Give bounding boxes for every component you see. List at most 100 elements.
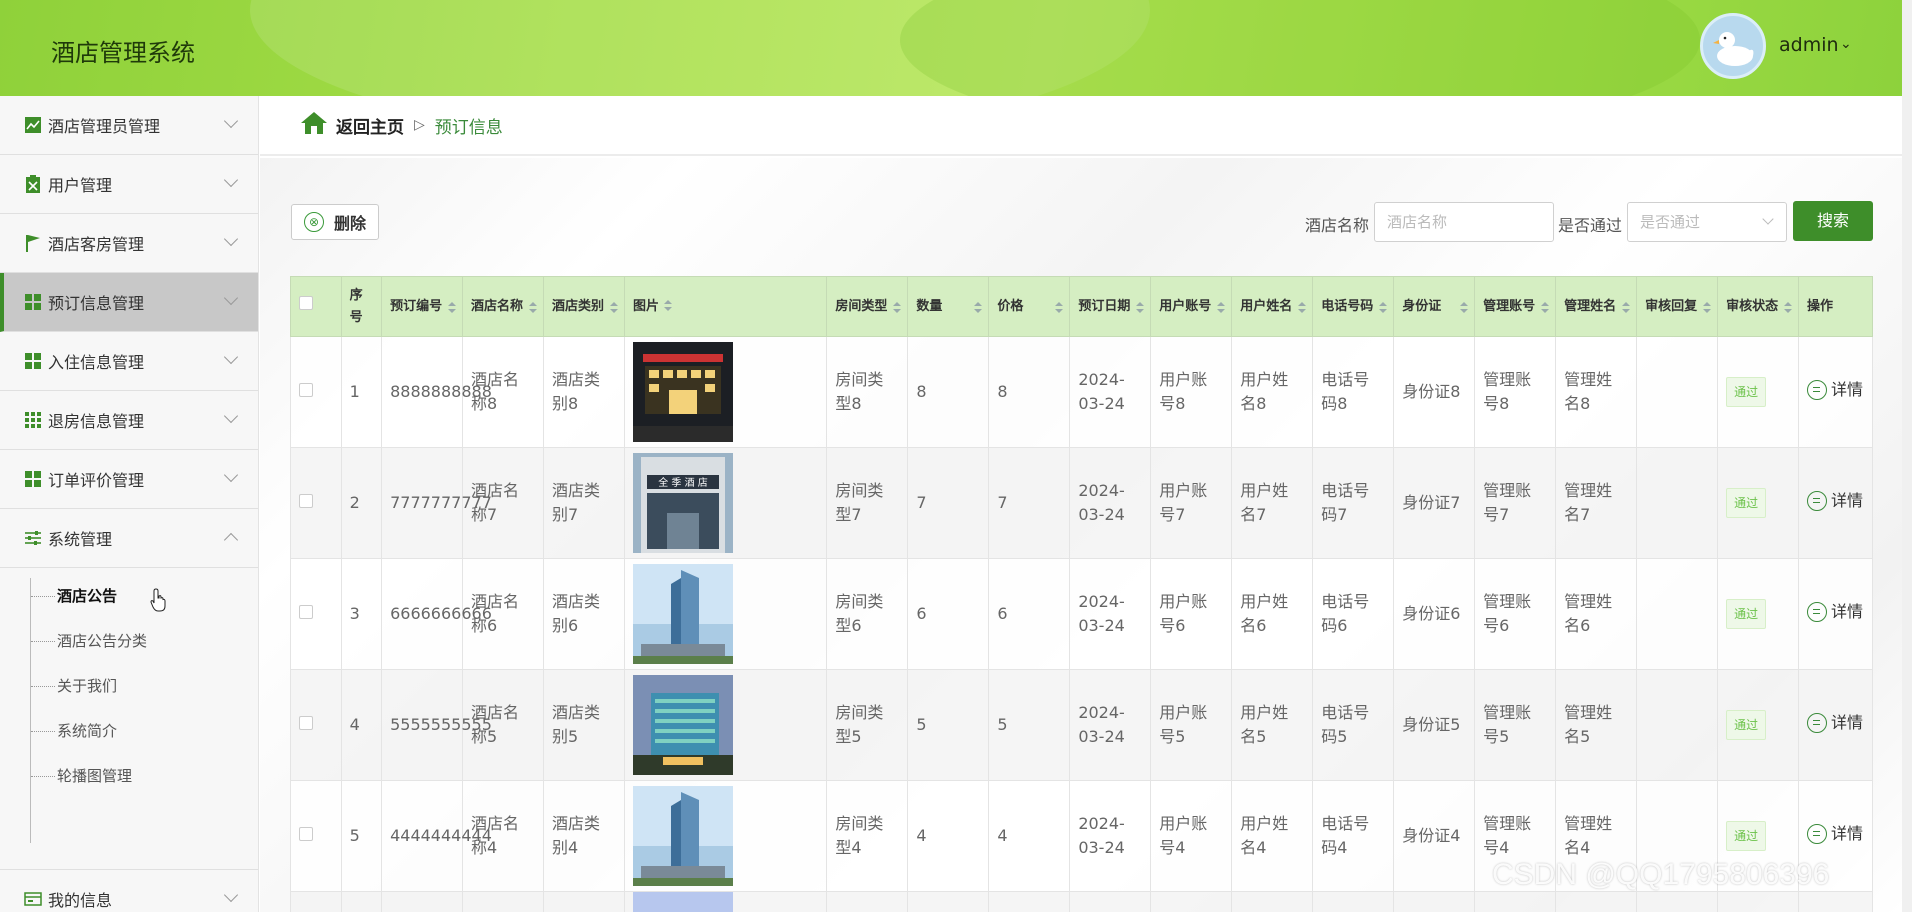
table-cell-uname: 用户姓名7: [1231, 447, 1314, 559]
table-cell-order_no: 6666666666: [381, 558, 492, 670]
sidebar-item-checkin[interactable]: 入住信息管理: [0, 332, 258, 391]
table-row[interactable]: [290, 891, 1873, 912]
column-header[interactable]: 房间类型: [826, 276, 909, 337]
page-scrollbar[interactable]: [1902, 0, 1912, 912]
close-circle-icon: ⊗: [304, 212, 324, 232]
detail-icon: [1807, 490, 1828, 511]
detail-icon: [1807, 379, 1828, 400]
sort-icon: [974, 302, 983, 314]
column-header[interactable]: 管理姓名: [1555, 276, 1638, 337]
app-title: 酒店管理系统: [51, 39, 195, 67]
column-header[interactable]: 用户姓名: [1231, 276, 1314, 337]
table-cell: [623, 891, 828, 912]
row-checkbox[interactable]: [299, 605, 313, 619]
detail-button[interactable]: 详情: [1807, 489, 1863, 513]
submenu-item-carousel[interactable]: 轮播图管理: [0, 754, 258, 799]
submenu-item-system-intro[interactable]: 系统简介: [0, 709, 258, 754]
submenu-item-about-us[interactable]: 关于我们: [0, 664, 258, 709]
breadcrumb-home-link[interactable]: 返回主页: [336, 113, 404, 138]
sidebar-item-label: 用户管理: [48, 176, 113, 195]
approved-select[interactable]: 是否通过: [1627, 202, 1787, 242]
sidebar: 酒店管理员管理 用户管理 酒店客房管理 预订信息管理 入住信息管理 退房信息管理: [0, 96, 259, 912]
sidebar-item-hotel-admin[interactable]: 酒店管理员管理: [0, 96, 258, 155]
sort-icon: [1703, 302, 1712, 314]
column-header[interactable]: 图片: [623, 276, 828, 337]
column-header[interactable]: 电话号码: [1312, 276, 1395, 337]
column-header[interactable]: 酒店名称: [462, 276, 545, 337]
select-all-cell[interactable]: [290, 276, 342, 337]
sidebar-item-my-info[interactable]: 我的信息: [0, 870, 258, 912]
select-all-checkbox[interactable]: [299, 295, 313, 310]
search-button[interactable]: 搜索: [1793, 201, 1873, 241]
grid-9-icon: [24, 411, 42, 429]
detail-button-label: 详情: [1831, 490, 1864, 510]
row-select-cell[interactable]: [290, 669, 342, 781]
column-header[interactable]: 预订日期: [1069, 276, 1152, 337]
column-header[interactable]: 预订编号: [381, 276, 464, 337]
submenu-item-hotel-notice[interactable]: 酒店公告: [0, 574, 258, 619]
table-row[interactable]: 4 5555555555 酒店名称5 酒店类别5 房间类型5 5 5 2024-03-24 用户…: [290, 669, 1873, 781]
detail-button[interactable]: 详情: [1807, 822, 1863, 846]
sidebar-item-reviews[interactable]: 订单评价管理: [0, 450, 258, 509]
row-checkbox[interactable]: [299, 716, 313, 730]
home-icon[interactable]: [300, 111, 328, 139]
hotel-name-search-input[interactable]: 酒店名称: [1374, 202, 1554, 242]
detail-button[interactable]: 详情: [1807, 600, 1863, 624]
sort-icon: [1379, 302, 1388, 314]
user-name[interactable]: admin: [1779, 34, 1839, 56]
table-cell-mname: 管理姓名8: [1555, 336, 1638, 448]
table-row[interactable]: 2 7777777777 酒店名称7 酒店类别7 全 季 酒 店房间类型7 7 7 2024-…: [290, 447, 1873, 559]
row-checkbox[interactable]: [299, 494, 313, 508]
submenu-item-notice-category[interactable]: 酒店公告分类: [0, 619, 258, 664]
table-cell: [1555, 891, 1638, 912]
hotel-photo: 全 季 酒 店: [632, 453, 733, 553]
column-header[interactable]: 身份证: [1393, 276, 1476, 337]
table-cell-category: 酒店类别6: [543, 558, 625, 670]
chevron-down-icon[interactable]: ⌄: [1840, 36, 1852, 52]
detail-icon: [1807, 712, 1828, 733]
sidebar-item-users[interactable]: 用户管理: [0, 155, 258, 214]
table-cell-price: 5: [988, 669, 1071, 781]
table-cell-order_no: 8888888888: [381, 336, 492, 448]
sidebar-item-label: 预订信息管理: [48, 294, 145, 313]
sidebar-item-checkout[interactable]: 退房信息管理: [0, 391, 258, 450]
avatar[interactable]: [1700, 13, 1766, 79]
sidebar-item-label: 订单评价管理: [48, 471, 145, 490]
sidebar-item-system[interactable]: 系统管理: [0, 509, 258, 568]
column-header[interactable]: 酒店类别: [543, 276, 625, 337]
delete-button[interactable]: ⊗ 删除: [291, 204, 379, 240]
table-cell-hotel: 酒店名称7: [462, 447, 545, 559]
row-select-cell[interactable]: [290, 336, 342, 448]
table-cell: [1312, 891, 1395, 912]
status-cell: 通过: [1717, 447, 1800, 559]
column-header[interactable]: 用户账号: [1150, 276, 1233, 337]
row-select-cell[interactable]: [290, 447, 342, 559]
column-header[interactable]: 数量: [907, 276, 990, 337]
column-header[interactable]: 管理账号: [1474, 276, 1557, 337]
table-cell-maccount: 管理账号6: [1474, 558, 1557, 670]
table-cell: [543, 891, 625, 912]
table-cell-phone: 电话号码8: [1312, 336, 1395, 448]
breadcrumb-separator: ▷: [414, 117, 425, 133]
sort-icon: [1217, 302, 1226, 314]
detail-button[interactable]: 详情: [1807, 711, 1863, 735]
table-cell-order_no: 7777777777: [381, 447, 492, 559]
table-cell-phone: 电话号码7: [1312, 447, 1395, 559]
sidebar-item-bookings[interactable]: 预订信息管理: [0, 273, 258, 332]
sidebar-item-rooms[interactable]: 酒店客房管理: [0, 214, 258, 273]
detail-button-label: 详情: [1831, 823, 1864, 843]
table-cell-phone: 电话号码5: [1312, 669, 1395, 781]
row-checkbox[interactable]: [299, 383, 313, 397]
sort-icon: [663, 300, 672, 312]
row-select-cell[interactable]: [290, 780, 342, 892]
table-row[interactable]: 3 6666666666 酒店名称6 酒店类别6 房间类型6 6 6 2024-03-24 用户…: [290, 558, 1873, 670]
row-checkbox[interactable]: [299, 827, 313, 841]
table-cell: [1798, 891, 1873, 912]
column-header[interactable]: 审核状态: [1717, 276, 1800, 337]
detail-button[interactable]: 详情: [1807, 378, 1863, 402]
column-header[interactable]: 价格: [988, 276, 1071, 337]
table-cell: [907, 891, 990, 912]
column-header[interactable]: 审核回复: [1636, 276, 1719, 337]
table-row[interactable]: 1 8888888888 酒店名称8 酒店类别8 房间类型8 8 8 2024-03-24 用户…: [290, 336, 1873, 448]
row-select-cell[interactable]: [290, 558, 342, 670]
